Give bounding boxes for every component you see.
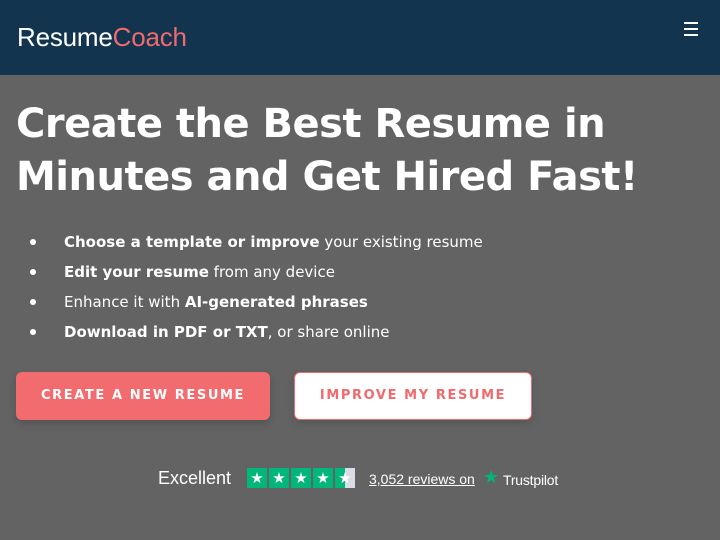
logo-text-coach: Coach [112,22,187,52]
star-icon: ★ [291,468,311,488]
menu-line [684,28,698,30]
logo-text-resume: Resume [17,22,113,52]
hero-title: Create the Best Resume in Minutes and Ge… [16,98,696,204]
feature-item-edit-resume: Edit your resume from any device [28,260,483,290]
star-rating: ★ ★ ★ ★ ★ [247,468,357,488]
feature-bold-text: Edit your resume [64,263,209,281]
feature-text: Enhance it with [64,293,185,311]
hero-title-line-2: Minutes and Get Hired Fast! [16,154,638,200]
feature-item-download: Download in PDF or TXT, or share online [28,320,483,350]
trustpilot-rating: Excellent ★ ★ ★ ★ ★ 3,052 reviews on ★ T… [158,466,578,490]
half-star-icon: ★ [335,468,355,488]
bullet-icon [30,329,36,335]
hamburger-menu-icon[interactable] [684,21,700,37]
hero-title-line-1: Create the Best Resume in [16,101,606,147]
feature-text: , or share online [267,323,390,341]
trustpilot-wordmark: Trustpilot [503,472,559,488]
bullet-icon [30,269,36,275]
menu-line [684,34,698,36]
rating-label: Excellent [158,468,232,488]
feature-item-choose-template: Choose a template or improve your existi… [28,230,483,260]
top-navigation-bar: ResumeCoach [0,0,720,75]
bullet-icon [30,239,36,245]
star-icon: ★ [313,468,333,488]
trustpilot-star-icon: ★ [483,467,500,488]
reviews-link[interactable]: 3,052 reviews on [369,470,475,488]
star-icon: ★ [269,468,289,488]
star-icon: ★ [247,468,267,488]
feature-bold-text: Choose a template or improve [64,233,320,251]
feature-bold-text: Download in PDF or TXT [64,323,268,341]
bullet-icon [30,299,36,305]
menu-line [684,22,698,24]
feature-text: from any device [208,263,335,281]
feature-list: Choose a template or improve your existi… [28,230,483,350]
feature-text: your existing resume [319,233,483,251]
feature-bold-text: AI-generated phrases [184,293,368,311]
feature-item-ai-phrases: Enhance it with AI-generated phrases [28,290,483,320]
improve-my-resume-button[interactable]: IMPROVE MY RESUME [294,372,532,420]
resumecoach-logo[interactable]: ResumeCoach [17,22,187,53]
create-new-resume-button[interactable]: CREATE A NEW RESUME [16,372,270,420]
